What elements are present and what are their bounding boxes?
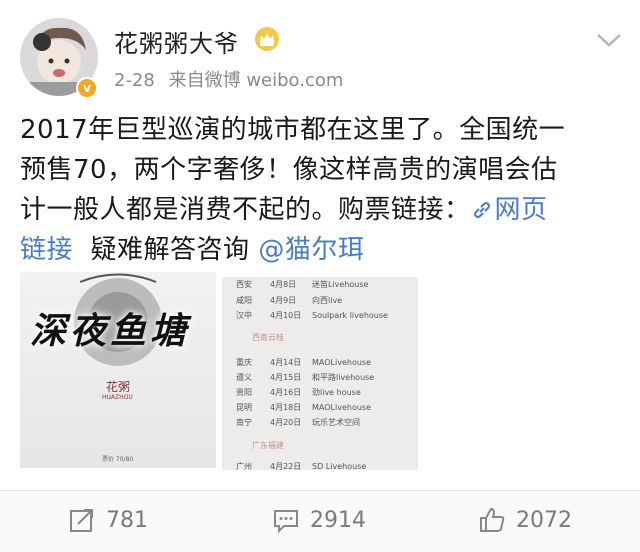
schedule-row: 咸阳 4月9日 向西live <box>236 296 343 305</box>
repost-icon <box>70 509 93 532</box>
schedule-row: 广州 4月22日 SD Livehouse <box>236 462 367 470</box>
post-meta: 2-28 来自微博 weibo.com <box>114 66 351 92</box>
post-source[interactable]: 来自微博 weibo.com <box>169 70 344 91</box>
poster-price: 票价 70/80 <box>102 456 134 463</box>
vip-crown-icon <box>255 27 279 51</box>
like-count: 2072 <box>516 507 572 533</box>
comment-button[interactable]: 2914 <box>272 505 366 535</box>
ticket-link[interactable]: 网页 <box>471 195 548 225</box>
post-date: 2-28 <box>114 70 155 91</box>
poster-title: 花粥 <box>106 380 131 394</box>
repost-count: 781 <box>106 507 148 533</box>
schedule-row: 昆明 4月18日 MAOLivehouse <box>236 403 371 412</box>
link-icon <box>473 202 490 218</box>
post-text: 2017年巨型巡演的城市都在这里了。全国统一 预售70，两个字奢侈！像这样高贵的… <box>20 110 632 270</box>
post-text-line-2: 预售70，两个字奢侈！像这样高贵的演唱会估 <box>20 155 558 185</box>
mention-link[interactable]: @猫尔珥 <box>258 235 364 265</box>
chevron-down-icon[interactable] <box>594 30 624 50</box>
post-text-line-3-text: 计一般人都是消费不起的。购票链接： <box>20 195 471 225</box>
ticket-link-label: 网页 <box>494 195 548 225</box>
post-text-line-4: 链接 疑难解答咨询 @猫尔珥 <box>20 230 632 270</box>
verified-icon: v <box>76 77 98 99</box>
username[interactable]: 花粥粥大爷 <box>114 24 239 59</box>
schedule-row: 贵阳 4月16日 劲live house <box>236 388 361 397</box>
post-text-line-1: 2017年巨型巡演的城市都在这里了。全国统一 <box>20 115 566 145</box>
weibo-post: v 花粥粥大爷 2-28 来自微博 weibo.com 2017年巨型巡演的城市… <box>0 0 640 552</box>
like-button[interactable]: 2072 <box>478 505 572 535</box>
watermark-text: 深夜鱼塘 <box>30 310 191 352</box>
schedule-row: 汉中 4月10日 Soulpark livehouse <box>236 311 388 320</box>
poster-subtitle: HUAZHOU <box>102 394 133 401</box>
schedule-row: 南宁 4月20日 玩乐艺术空间 <box>236 418 360 427</box>
action-bar: 781 2914 2072 <box>0 490 640 552</box>
schedule-row: 重庆 4月14日 MAOLivehouse <box>236 358 371 367</box>
schedule-section-heading: 广东福建 <box>252 441 284 450</box>
like-icon <box>480 507 505 532</box>
faq-text: 疑难解答咨询 <box>90 235 250 265</box>
schedule-image[interactable]: 西安 4月8日 迷笛Livehouse 咸阳 4月9日 向西live 汉中 4月10日 So… <box>222 277 418 470</box>
ticket-link-cont[interactable]: 链接 <box>20 235 73 265</box>
comment-count: 2914 <box>310 507 366 533</box>
schedule-row: 遵义 4月15日 和平路livehouse <box>236 373 375 382</box>
repost-button[interactable]: 781 <box>68 505 148 535</box>
schedule-row: 西安 4月8日 迷笛Livehouse <box>236 280 369 289</box>
comment-icon <box>274 510 298 534</box>
post-text-line-3: 计一般人都是消费不起的。购票链接： 网页 <box>20 190 632 230</box>
schedule-section-heading: 西南云桂 <box>252 333 284 342</box>
